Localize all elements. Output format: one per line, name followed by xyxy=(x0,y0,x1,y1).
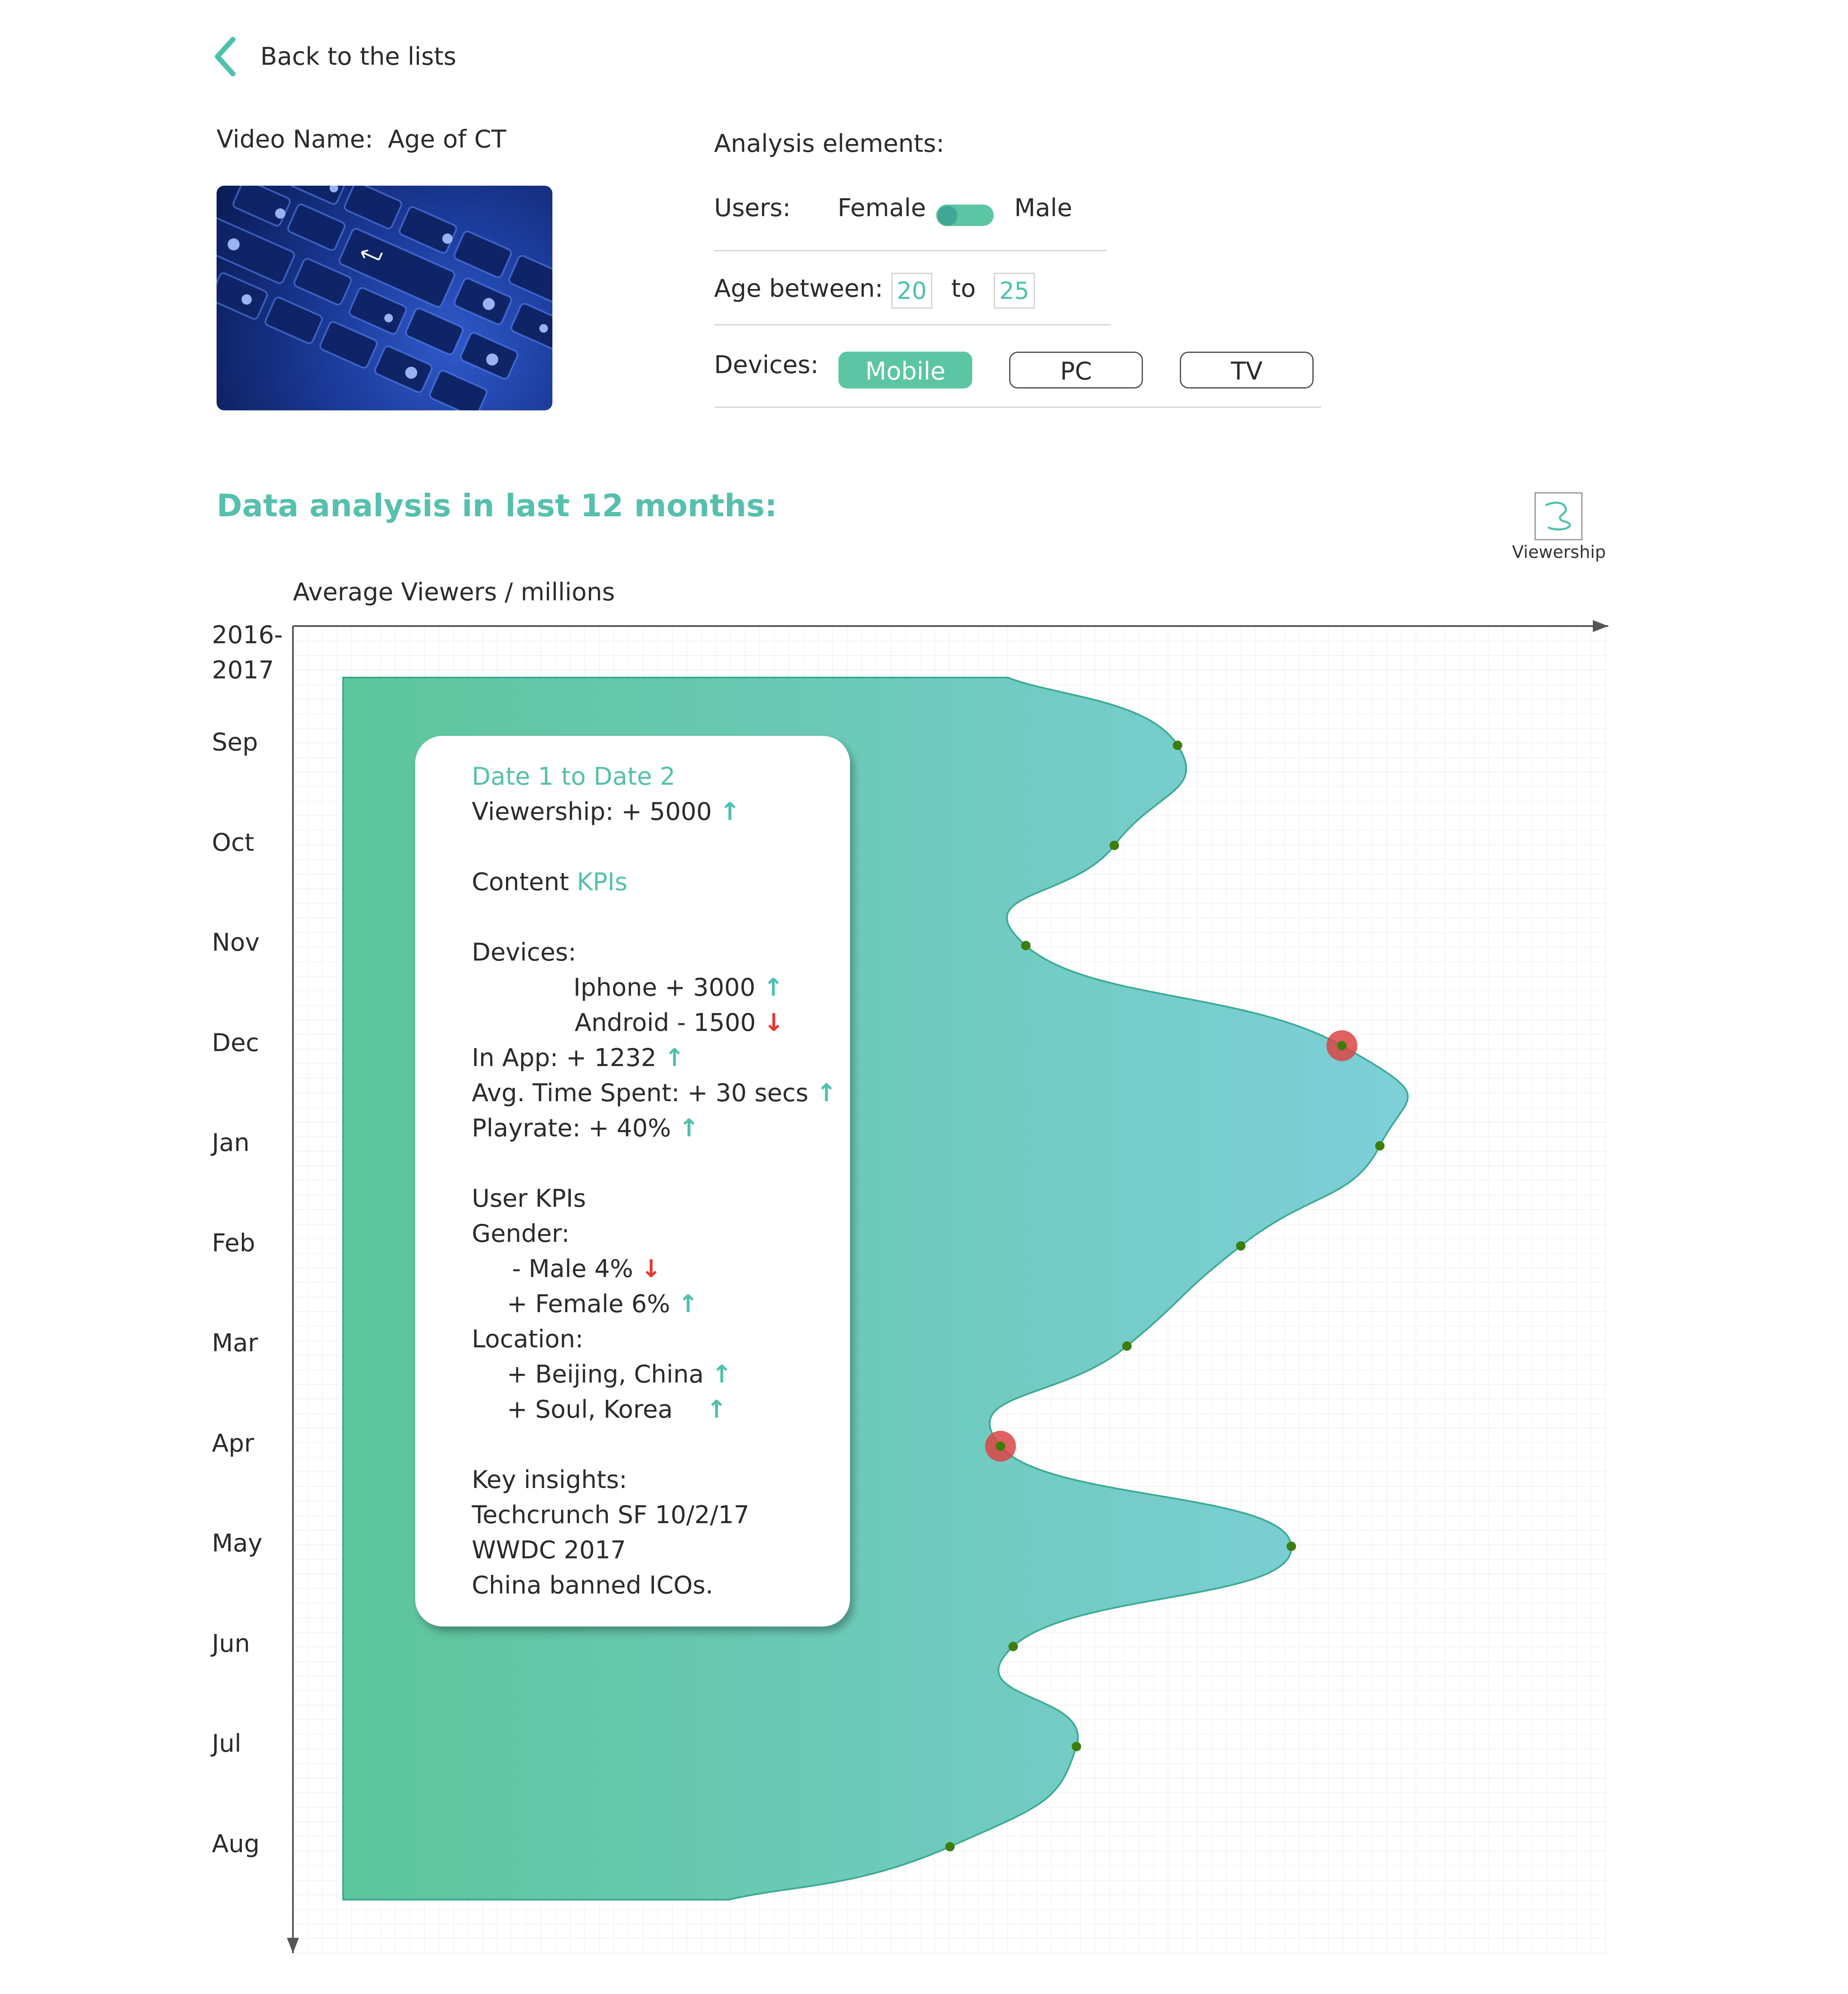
arrow-up-icon: ↑ xyxy=(706,1395,727,1424)
female-text: + Female 6% xyxy=(507,1290,670,1318)
arrow-up-icon: ↑ xyxy=(711,1360,732,1389)
viewership-text: Viewership: + 5000 xyxy=(472,798,712,826)
data-point-nov[interactable] xyxy=(1021,941,1031,950)
data-point-aug[interactable] xyxy=(945,1842,955,1852)
data-point-may[interactable] xyxy=(1287,1542,1296,1551)
arrow-up-icon: ↑ xyxy=(678,1290,699,1318)
data-point-jan[interactable] xyxy=(1375,1141,1385,1151)
kpi-card: Date 1 to Date 2 Viewership: + 5000 ↑ Co… xyxy=(415,736,850,1627)
android-text: Android - 1500 xyxy=(575,1009,756,1037)
arrow-up-icon: ↑ xyxy=(720,798,740,826)
iphone-text: Iphone + 3000 xyxy=(573,973,756,1002)
card-gender: Gender: xyxy=(472,1220,570,1248)
card-insight-2: WWDC 2017 xyxy=(472,1536,626,1564)
card-devices: Devices: xyxy=(472,938,576,967)
card-android: Android - 1500 ↓ xyxy=(575,1009,784,1037)
data-point-oct[interactable] xyxy=(1109,840,1119,850)
arrow-up-icon: ↑ xyxy=(816,1079,837,1107)
card-user-kpis: User KPIs xyxy=(472,1184,586,1213)
card-beijing: + Beijing, China ↑ xyxy=(507,1360,732,1389)
card-content-kpis: Content KPIs xyxy=(472,868,627,896)
data-point-apr[interactable] xyxy=(995,1441,1005,1451)
arrow-down-icon: ↓ xyxy=(641,1255,662,1283)
content-prefix: Content xyxy=(472,868,569,896)
card-viewership: Viewership: + 5000 ↑ xyxy=(472,798,740,826)
card-location: Location: xyxy=(472,1325,584,1353)
arrow-up-icon: ↑ xyxy=(763,973,784,1002)
card-date-range[interactable]: Date 1 to Date 2 xyxy=(472,762,675,791)
card-male: - Male 4% ↓ xyxy=(512,1255,661,1283)
arrow-up-icon: ↑ xyxy=(664,1044,685,1072)
data-point-jun[interactable] xyxy=(1008,1642,1018,1651)
avg-time-text: Avg. Time Spent: + 30 secs xyxy=(472,1079,808,1107)
data-point-jul[interactable] xyxy=(1071,1742,1081,1751)
card-playrate: Playrate: + 40% ↑ xyxy=(472,1114,699,1142)
card-key-insights: Key insights: xyxy=(472,1466,627,1494)
card-avg-time: Avg. Time Spent: + 30 secs ↑ xyxy=(472,1079,837,1107)
content-kpis-link[interactable]: KPIs xyxy=(577,868,627,896)
data-point-sep[interactable] xyxy=(1173,741,1182,750)
data-point-mar[interactable] xyxy=(1122,1341,1132,1351)
card-soul: + Soul, Korea ↑ xyxy=(507,1395,727,1424)
data-point-dec[interactable] xyxy=(1337,1041,1347,1051)
beijing-text: + Beijing, China xyxy=(507,1360,704,1389)
playrate-text: Playrate: + 40% xyxy=(472,1114,671,1142)
viewers-chart xyxy=(287,620,1608,1955)
card-insight-3: China banned ICOs. xyxy=(472,1571,713,1599)
data-point-feb[interactable] xyxy=(1236,1241,1246,1251)
card-female: + Female 6% ↑ xyxy=(507,1290,698,1318)
card-in-app: In App: + 1232 ↑ xyxy=(472,1044,685,1072)
in-app-text: In App: + 1232 xyxy=(472,1044,657,1072)
soul-text: + Soul, Korea xyxy=(507,1395,673,1424)
male-text: - Male 4% xyxy=(512,1255,633,1283)
arrow-up-icon: ↑ xyxy=(678,1114,699,1142)
card-iphone: Iphone + 3000 ↑ xyxy=(573,973,784,1002)
arrow-down-icon: ↓ xyxy=(763,1009,784,1037)
card-insight-1: Techcrunch SF 10/2/17 xyxy=(472,1501,750,1529)
